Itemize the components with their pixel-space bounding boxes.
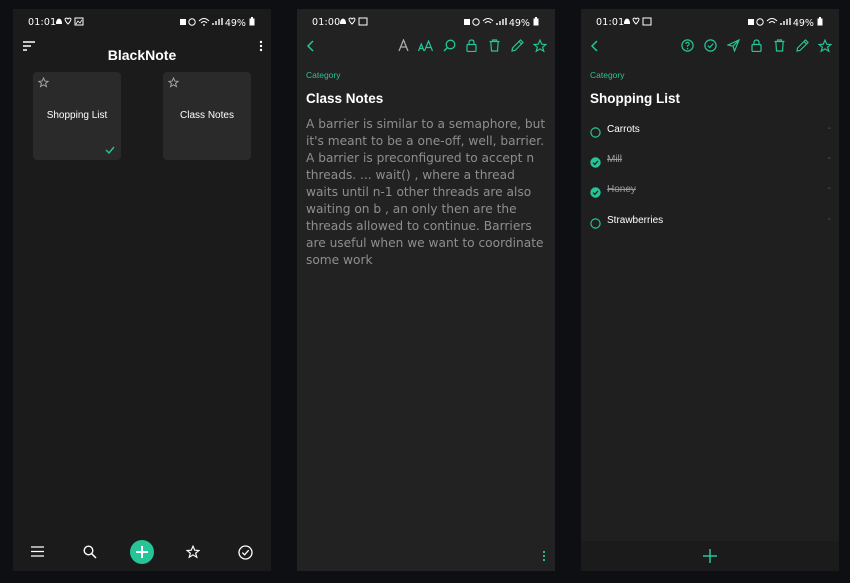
star-icon[interactable] — [533, 39, 547, 53]
checklist-item-label: Mill — [607, 154, 622, 165]
note-card-title: Shopping List — [46, 110, 108, 121]
lock-icon[interactable] — [466, 39, 477, 52]
battery-level: 49% — [224, 18, 246, 29]
app-title: BlackNote — [107, 47, 177, 63]
drag-handle-icon[interactable]: - — [827, 123, 831, 134]
note-category[interactable]: Category — [590, 70, 625, 80]
check-circle-icon[interactable] — [238, 545, 253, 560]
system-icons — [747, 17, 799, 29]
lock-icon[interactable] — [751, 39, 762, 52]
send-icon[interactable] — [727, 39, 740, 52]
font-icon[interactable] — [398, 39, 409, 52]
notification-icons — [623, 17, 653, 29]
search-icon[interactable] — [443, 39, 456, 52]
battery-level: 49% — [508, 18, 530, 29]
battery-level: 49% — [792, 18, 814, 29]
delete-icon[interactable] — [774, 39, 785, 52]
notification-icons — [55, 17, 85, 29]
star-outline-icon[interactable] — [168, 77, 179, 88]
battery-indicator: 49% — [509, 17, 539, 29]
note-title[interactable]: Shopping List — [590, 91, 680, 106]
note-editor-screen: 01:00 49% Category Class Notes A barrier… — [297, 9, 555, 571]
check-circle-icon[interactable] — [704, 39, 717, 52]
star-icon[interactable] — [186, 545, 200, 559]
notification-icons — [339, 17, 369, 29]
note-card-class-notes[interactable]: Class Notes — [163, 72, 251, 160]
back-arrow-icon[interactable] — [306, 40, 314, 52]
status-time: 01:01 — [28, 17, 57, 28]
checklist-item-label: Honey — [607, 184, 636, 195]
note-body[interactable]: A barrier is similar to a semaphore, but… — [306, 116, 548, 269]
status-bar: 01:01 49% — [581, 9, 839, 35]
add-icon — [136, 546, 148, 558]
drag-handle-icon[interactable]: - — [827, 214, 831, 225]
checklist-item[interactable]: Honey - — [590, 182, 835, 200]
text-size-icon[interactable] — [418, 40, 433, 52]
edit-icon[interactable] — [511, 39, 524, 52]
battery-indicator: 49% — [793, 17, 823, 29]
system-icons — [463, 17, 515, 29]
menu-icon[interactable] — [31, 546, 44, 557]
star-outline-icon[interactable] — [38, 77, 49, 88]
checklist-item-label: Carrots — [607, 124, 640, 135]
note-title[interactable]: Class Notes — [306, 91, 383, 106]
checklist-item[interactable]: Mill - — [590, 152, 835, 170]
unchecked-circle-icon[interactable] — [590, 123, 601, 142]
status-bar: 01:00 49% — [297, 9, 555, 35]
delete-icon[interactable] — [489, 39, 500, 52]
note-card-title: Class Notes — [180, 110, 234, 121]
note-card-shopping-list[interactable]: Shopping List — [33, 72, 121, 160]
more-options-icon[interactable] — [259, 40, 263, 52]
unchecked-circle-icon[interactable] — [590, 214, 601, 233]
system-icons — [179, 17, 231, 29]
app-header: BlackNote — [13, 35, 271, 77]
help-icon[interactable] — [681, 39, 694, 52]
search-icon[interactable] — [83, 545, 97, 559]
checklist-item[interactable]: Carrots - — [590, 122, 835, 140]
checked-circle-icon[interactable] — [590, 183, 601, 202]
add-item-bar — [581, 541, 839, 571]
add-item-icon[interactable] — [703, 549, 717, 563]
bottom-navigation — [13, 537, 271, 571]
battery-indicator: 49% — [225, 17, 255, 29]
checked-circle-icon[interactable] — [590, 153, 601, 172]
status-time: 01:00 — [312, 17, 341, 28]
checklist-screen: 01:01 49% Category Shopping List Carrots… — [581, 9, 839, 571]
add-note-button[interactable] — [130, 540, 154, 564]
status-bar: 01:01 49% — [13, 9, 271, 35]
checklist-item[interactable]: Strawberries - — [590, 213, 835, 231]
note-category[interactable]: Category — [306, 70, 341, 80]
drag-handle-icon[interactable]: - — [827, 183, 831, 194]
more-options-icon[interactable] — [542, 550, 546, 562]
checklist-item-label: Strawberries — [607, 215, 664, 226]
back-arrow-icon[interactable] — [590, 40, 598, 52]
edit-icon[interactable] — [796, 39, 809, 52]
checkmark-icon — [105, 146, 115, 154]
home-screen: 01:01 49% BlackNote Shopping List Class … — [13, 9, 271, 571]
drag-handle-icon[interactable]: - — [827, 153, 831, 164]
star-icon[interactable] — [818, 39, 832, 53]
status-time: 01:01 — [596, 17, 625, 28]
